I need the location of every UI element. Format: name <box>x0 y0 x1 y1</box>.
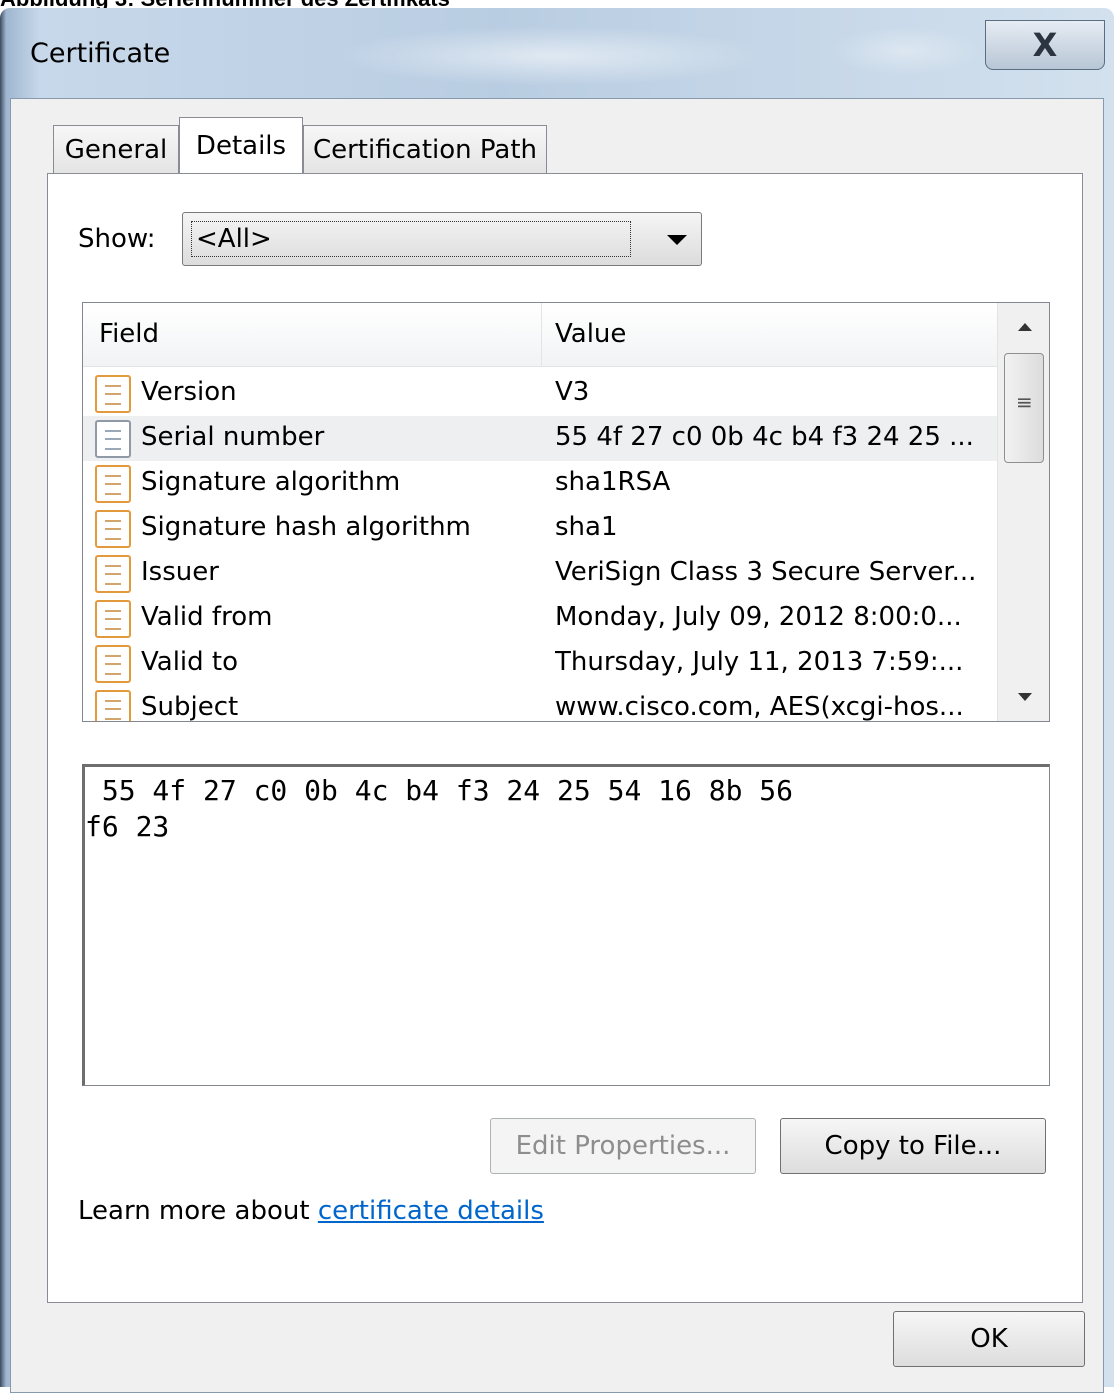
list-header: Field Value <box>83 303 997 367</box>
table-row[interactable]: Serial number 55 4f 27 c0 0b 4c b4 f3 24… <box>83 416 997 461</box>
table-row[interactable]: Signature algorithm sha1RSA <box>83 461 997 506</box>
field-list[interactable]: Field Value Version V3 Serial number 55 … <box>82 302 1050 722</box>
scroll-up-arrow-icon[interactable] <box>998 303 1049 349</box>
table-row[interactable]: Valid to Thursday, July 11, 2013 7:59:..… <box>83 641 997 686</box>
chevron-down-icon <box>667 235 687 245</box>
column-header-field[interactable]: Field <box>99 319 159 349</box>
certificate-field-icon <box>95 375 131 413</box>
certificate-field-icon <box>95 600 131 638</box>
close-icon: X <box>1032 26 1058 64</box>
field-value-text[interactable]: 55 4f 27 c0 0b 4c b4 f3 24 25 54 16 8b 5… <box>82 764 1050 1086</box>
ok-button[interactable]: OK <box>893 1311 1085 1367</box>
table-row[interactable]: Issuer VeriSign Class 3 Secure Server... <box>83 551 997 596</box>
table-row[interactable]: Subject www.cisco.com, AES(xcgi-hos... <box>83 686 997 721</box>
column-header-value[interactable]: Value <box>555 319 626 349</box>
table-row[interactable]: Signature hash algorithm sha1 <box>83 506 997 551</box>
window-title: Certificate <box>30 38 171 69</box>
certificate-window: Certificate X General Details Certificat… <box>0 8 1114 1393</box>
certificate-field-icon <box>95 555 131 593</box>
certificate-field-icon <box>95 510 131 548</box>
close-button[interactable]: X <box>985 20 1105 70</box>
scroll-thumb[interactable] <box>1004 353 1044 463</box>
tab-details[interactable]: Details <box>179 117 303 173</box>
show-dropdown[interactable]: <All> <box>182 212 702 266</box>
certificate-field-icon <box>95 420 131 458</box>
certificate-details-link[interactable]: certificate details <box>318 1196 544 1226</box>
show-dropdown-value: <All> <box>191 221 631 257</box>
details-panel: Show: <All> Field Value Version V3 Seria… <box>47 173 1083 1303</box>
show-label: Show: <box>78 224 156 254</box>
table-row[interactable]: Version V3 <box>83 371 997 416</box>
dialog-client-area: General Details Certification Path Show:… <box>10 98 1104 1393</box>
certificate-field-icon <box>95 465 131 503</box>
scroll-down-arrow-icon[interactable] <box>998 675 1049 721</box>
vertical-scrollbar[interactable] <box>997 303 1049 721</box>
edit-properties-button[interactable]: Edit Properties... <box>490 1118 756 1174</box>
copy-to-file-button[interactable]: Copy to File... <box>780 1118 1046 1174</box>
learn-more-text: Learn more about certificate details <box>78 1196 544 1226</box>
table-row[interactable]: Valid from Monday, July 09, 2012 8:00:0.… <box>83 596 997 641</box>
tab-general[interactable]: General <box>53 125 179 173</box>
certificate-field-icon <box>95 690 131 721</box>
certificate-field-icon <box>95 645 131 683</box>
tab-certification-path[interactable]: Certification Path <box>303 125 547 173</box>
